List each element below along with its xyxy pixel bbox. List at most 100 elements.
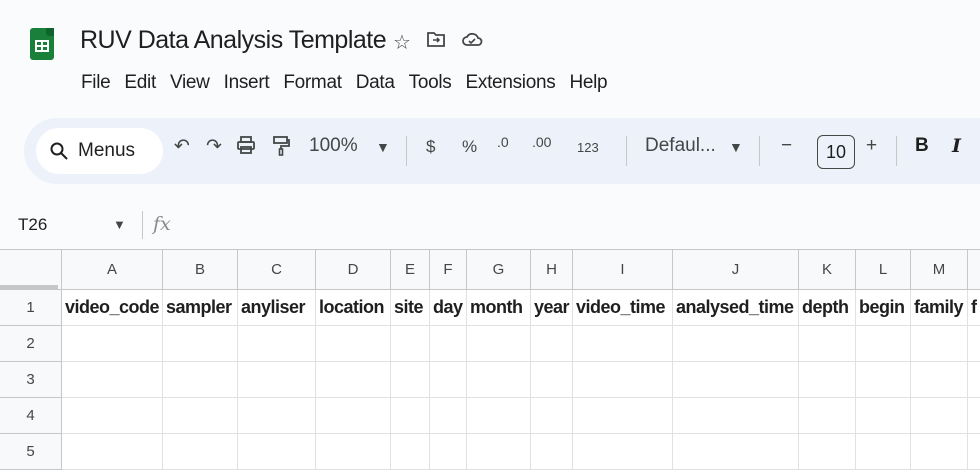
chevron-down-icon[interactable]: ▼ bbox=[376, 139, 390, 155]
column-header-I[interactable]: I bbox=[573, 249, 673, 290]
star-icon[interactable]: ☆ bbox=[393, 30, 411, 55]
cell-J2[interactable] bbox=[673, 326, 799, 362]
font-select[interactable]: Defaul... bbox=[645, 135, 716, 157]
cell-L4[interactable] bbox=[856, 398, 911, 434]
cell-A1[interactable]: video_code bbox=[62, 290, 163, 326]
column-header-C[interactable]: C bbox=[238, 249, 316, 290]
cell-J1[interactable]: analysed_time bbox=[673, 290, 799, 326]
cell-C1[interactable]: anyliser bbox=[238, 290, 316, 326]
cell-I3[interactable] bbox=[573, 362, 673, 398]
zoom-select[interactable]: 100% bbox=[309, 135, 358, 157]
column-header-E[interactable]: E bbox=[391, 249, 430, 290]
cell-G5[interactable] bbox=[467, 434, 531, 470]
cell-M1[interactable]: family bbox=[911, 290, 968, 326]
cell-J3[interactable] bbox=[673, 362, 799, 398]
cell-H3[interactable] bbox=[531, 362, 573, 398]
print-icon[interactable] bbox=[236, 135, 256, 161]
column-header-G[interactable]: G bbox=[467, 249, 531, 290]
cell-H4[interactable] bbox=[531, 398, 573, 434]
column-header-K[interactable]: K bbox=[799, 249, 856, 290]
cell-A3[interactable] bbox=[62, 362, 163, 398]
cell-J5[interactable] bbox=[673, 434, 799, 470]
cell-M2[interactable] bbox=[911, 326, 968, 362]
cell-C3[interactable] bbox=[238, 362, 316, 398]
cell-M5[interactable] bbox=[911, 434, 968, 470]
cell-K1[interactable]: depth bbox=[799, 290, 856, 326]
menu-edit[interactable]: Edit bbox=[124, 72, 156, 94]
column-header-L[interactable]: L bbox=[856, 249, 911, 290]
menu-file[interactable]: File bbox=[81, 72, 111, 94]
row-header-1[interactable]: 1 bbox=[0, 290, 62, 326]
undo-icon[interactable]: ↶ bbox=[174, 135, 190, 158]
cell-N4[interactable] bbox=[968, 398, 980, 434]
cell-N2[interactable] bbox=[968, 326, 980, 362]
decrease-decimal-button[interactable]: .0 bbox=[497, 134, 509, 150]
name-box[interactable]: T26 bbox=[18, 215, 47, 235]
column-header-M[interactable]: M bbox=[911, 249, 968, 290]
currency-format-button[interactable]: $ bbox=[426, 137, 435, 157]
font-size-input[interactable]: 10 bbox=[817, 135, 855, 169]
cell-C5[interactable] bbox=[238, 434, 316, 470]
number-format-button[interactable]: 123 bbox=[577, 140, 599, 155]
cell-F2[interactable] bbox=[430, 326, 467, 362]
cell-J4[interactable] bbox=[673, 398, 799, 434]
cell-N5[interactable] bbox=[968, 434, 980, 470]
column-header-A[interactable]: A bbox=[62, 249, 163, 290]
sheets-logo-icon[interactable] bbox=[30, 28, 54, 60]
row-header-5[interactable]: 5 bbox=[0, 434, 62, 470]
menu-help[interactable]: Help bbox=[569, 72, 607, 94]
cell-D1[interactable]: location bbox=[316, 290, 391, 326]
cell-I2[interactable] bbox=[573, 326, 673, 362]
column-header-D[interactable]: D bbox=[316, 249, 391, 290]
cell-B2[interactable] bbox=[163, 326, 238, 362]
cell-N1[interactable]: f bbox=[968, 290, 980, 326]
column-header-B[interactable]: B bbox=[163, 249, 238, 290]
cell-D2[interactable] bbox=[316, 326, 391, 362]
cell-L3[interactable] bbox=[856, 362, 911, 398]
cell-H2[interactable] bbox=[531, 326, 573, 362]
row-header-4[interactable]: 4 bbox=[0, 398, 62, 434]
cell-C4[interactable] bbox=[238, 398, 316, 434]
cell-G1[interactable]: month bbox=[467, 290, 531, 326]
cell-K5[interactable] bbox=[799, 434, 856, 470]
cell-B1[interactable]: sampler bbox=[163, 290, 238, 326]
row-header-3[interactable]: 3 bbox=[0, 362, 62, 398]
cell-K3[interactable] bbox=[799, 362, 856, 398]
row-header-2[interactable]: 2 bbox=[0, 326, 62, 362]
cell-I5[interactable] bbox=[573, 434, 673, 470]
column-header-J[interactable]: J bbox=[673, 249, 799, 290]
cell-M3[interactable] bbox=[911, 362, 968, 398]
menu-data[interactable]: Data bbox=[356, 72, 395, 94]
increase-font-size-button[interactable]: + bbox=[866, 135, 877, 157]
cell-F1[interactable]: day bbox=[430, 290, 467, 326]
font-chevron-down-icon[interactable]: ▼ bbox=[729, 139, 743, 155]
name-box-chevron-down-icon[interactable]: ▼ bbox=[113, 217, 126, 232]
menu-extensions[interactable]: Extensions bbox=[466, 72, 556, 94]
cloud-status-icon[interactable] bbox=[461, 30, 483, 55]
percent-format-button[interactable]: % bbox=[462, 137, 477, 157]
cell-E2[interactable] bbox=[391, 326, 430, 362]
cell-B3[interactable] bbox=[163, 362, 238, 398]
document-title[interactable]: RUV Data Analysis Template bbox=[80, 26, 387, 55]
menu-format[interactable]: Format bbox=[283, 72, 342, 94]
cell-E1[interactable]: site bbox=[391, 290, 430, 326]
cell-E4[interactable] bbox=[391, 398, 430, 434]
menu-tools[interactable]: Tools bbox=[409, 72, 452, 94]
italic-button[interactable]: I bbox=[952, 135, 961, 157]
cell-E3[interactable] bbox=[391, 362, 430, 398]
select-all-corner[interactable] bbox=[0, 249, 62, 290]
cell-K2[interactable] bbox=[799, 326, 856, 362]
cell-N3[interactable] bbox=[968, 362, 980, 398]
cell-F5[interactable] bbox=[430, 434, 467, 470]
cell-I4[interactable] bbox=[573, 398, 673, 434]
cell-L2[interactable] bbox=[856, 326, 911, 362]
cell-B4[interactable] bbox=[163, 398, 238, 434]
increase-decimal-button[interactable]: .00 bbox=[532, 134, 551, 150]
cell-A2[interactable] bbox=[62, 326, 163, 362]
cell-B5[interactable] bbox=[163, 434, 238, 470]
cell-G2[interactable] bbox=[467, 326, 531, 362]
cell-H5[interactable] bbox=[531, 434, 573, 470]
cell-I1[interactable]: video_time bbox=[573, 290, 673, 326]
cell-L5[interactable] bbox=[856, 434, 911, 470]
cell-H1[interactable]: year bbox=[531, 290, 573, 326]
